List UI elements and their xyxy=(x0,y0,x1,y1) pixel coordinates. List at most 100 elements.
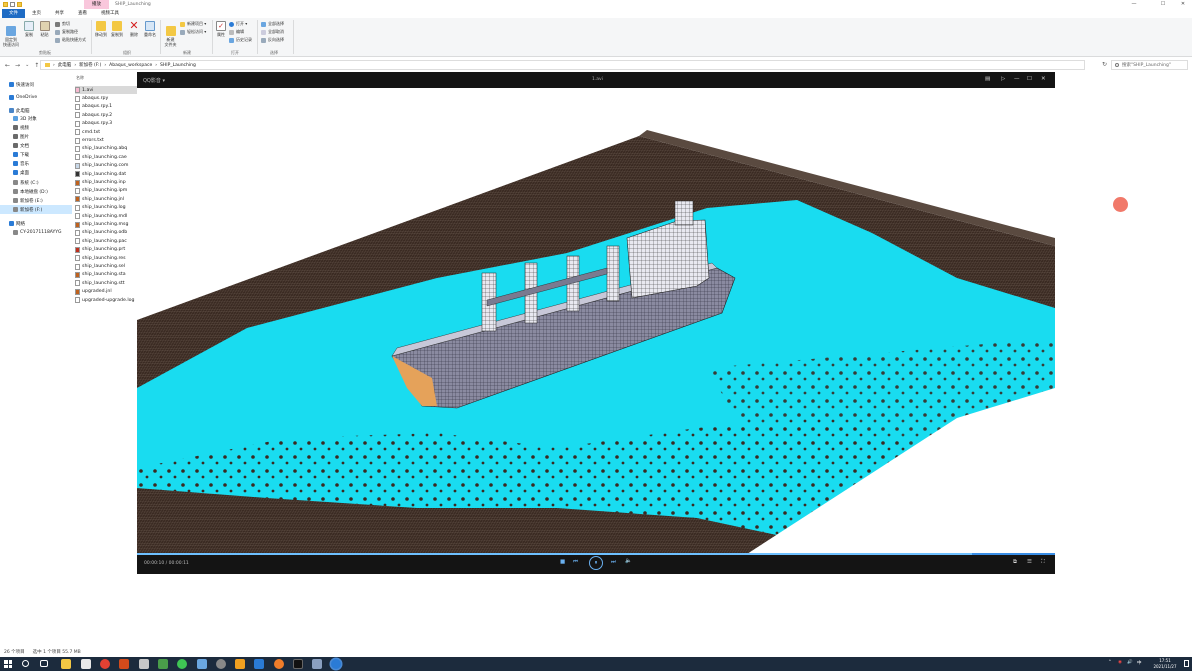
search-input[interactable]: 搜索"SHIP_Launching" xyxy=(1111,60,1188,70)
forward-button[interactable]: → xyxy=(15,62,20,69)
nav-item[interactable]: 视频 xyxy=(0,123,72,132)
file-row[interactable]: abaqus.rpy.2 xyxy=(75,111,139,119)
close-button[interactable]: ✕ xyxy=(1174,0,1192,9)
clock-date[interactable]: 2021/11/27 xyxy=(1149,664,1181,669)
delete-button[interactable]: ✕ 删除 xyxy=(128,20,140,38)
open-button[interactable]: 打开 ▾ xyxy=(229,21,247,27)
nav-item[interactable]: 网络 xyxy=(0,219,72,228)
maximize-button[interactable]: ☐ xyxy=(1154,0,1172,9)
app-icon[interactable] xyxy=(274,659,284,669)
refresh-button[interactable]: ↻ xyxy=(1102,61,1107,68)
copy-path-button[interactable]: 复制路径 xyxy=(55,29,78,35)
app-icon[interactable] xyxy=(197,659,207,669)
pause-button[interactable]: ⏸ xyxy=(589,556,603,570)
player-close-button[interactable]: ✕ xyxy=(1041,76,1046,82)
app-icon[interactable] xyxy=(254,659,264,669)
file-row[interactable]: ship_launching.inp xyxy=(75,178,139,186)
tray-icon[interactable]: ◉ xyxy=(1118,660,1122,665)
new-folder-icon[interactable] xyxy=(17,2,22,7)
file-row[interactable]: errors.txt xyxy=(75,136,139,144)
file-row[interactable]: ship_launching.mdl xyxy=(75,212,139,220)
breadcrumb-item[interactable]: 新加卷 (F:) xyxy=(79,62,101,68)
app-icon[interactable] xyxy=(312,659,322,669)
file-row[interactable]: ship_launching.sta xyxy=(75,271,139,279)
file-row[interactable]: abaqus.rpy.1 xyxy=(75,103,139,111)
rename-button[interactable]: 重命名 xyxy=(143,21,157,38)
tab-video-tools[interactable]: 视频工具 xyxy=(94,9,126,19)
start-button[interactable] xyxy=(4,660,12,668)
notification-button[interactable] xyxy=(1184,660,1189,667)
new-item-button[interactable]: 新建项目 ▾ xyxy=(180,21,206,27)
chrome-icon[interactable] xyxy=(100,659,110,669)
nav-item[interactable]: 音乐 xyxy=(0,159,72,168)
clock-time[interactable]: 17:51 xyxy=(1151,658,1179,663)
history-button[interactable]: 历史记录 xyxy=(229,37,252,43)
file-row[interactable]: upgraded.jnl xyxy=(75,288,139,296)
copy-to-button[interactable]: 复制到 xyxy=(110,21,124,38)
breadcrumb-item[interactable]: Abaqus_workspace xyxy=(109,63,152,68)
stop-button[interactable]: ■ xyxy=(560,559,565,565)
app-icon[interactable] xyxy=(81,659,91,669)
nav-item[interactable]: 桌面 xyxy=(0,168,72,177)
paste-button[interactable]: 粘贴 xyxy=(38,21,51,38)
up-button[interactable]: ↑ xyxy=(34,62,39,69)
app-icon[interactable] xyxy=(158,659,168,669)
file-row[interactable]: ship_launching.com xyxy=(75,162,139,170)
properties-button[interactable]: ✓ 属性 xyxy=(215,21,227,38)
qq-player-icon[interactable] xyxy=(331,659,341,669)
app-icon[interactable] xyxy=(119,659,129,669)
file-row[interactable]: ship_launching.jnl xyxy=(75,195,139,203)
column-header-name[interactable]: 名称 xyxy=(76,75,84,81)
easy-access-button[interactable]: 轻松访问 ▾ xyxy=(180,29,206,35)
nav-item[interactable]: OneDrive xyxy=(0,93,72,102)
file-row[interactable]: ship_launching.stt xyxy=(75,279,139,287)
file-row[interactable]: 1.avi xyxy=(75,86,139,95)
task-view-icon[interactable] xyxy=(40,660,48,667)
file-row[interactable]: ship_launching.cae xyxy=(75,153,139,161)
recent-locations-button[interactable]: ⌄ xyxy=(25,62,29,68)
progress-track[interactable] xyxy=(137,553,1055,555)
tray-icon[interactable]: ⌃ xyxy=(1108,660,1112,665)
app-icon[interactable] xyxy=(139,659,149,669)
cut-button[interactable]: 剪切 xyxy=(55,21,70,27)
app-icon[interactable] xyxy=(235,659,245,669)
file-row[interactable]: ship_launching.pac xyxy=(75,237,139,245)
file-row[interactable]: ship_launching.abq xyxy=(75,145,139,153)
nav-item[interactable]: 图片 xyxy=(0,132,72,141)
pin-quick-access-button[interactable]: 固定到 快速访问 xyxy=(2,21,20,47)
nav-item[interactable]: 本地磁盘 (D:) xyxy=(0,187,72,196)
nav-item[interactable]: 快速访问 xyxy=(0,80,72,89)
tray-icon[interactable]: 🔊 xyxy=(1127,660,1133,665)
nav-item[interactable]: 文档 xyxy=(0,141,72,150)
file-row[interactable]: ship_launching.msg xyxy=(75,220,139,228)
menu-button[interactable]: ☰ xyxy=(1027,559,1032,565)
previous-button[interactable]: ⏮ xyxy=(573,559,578,566)
playlist-button[interactable]: ▤ xyxy=(985,76,990,82)
tab-share[interactable]: 共享 xyxy=(48,9,71,18)
fullscreen-button[interactable]: ⛶ xyxy=(1041,559,1045,566)
nav-item[interactable]: 3D 对象 xyxy=(0,114,72,123)
paste-shortcut-button[interactable]: 粘贴快捷方式 xyxy=(55,37,86,43)
select-all-button[interactable]: 全部选择 xyxy=(261,21,284,27)
tab-view[interactable]: 查看 xyxy=(71,9,94,18)
file-row[interactable]: ship_launching.prt xyxy=(75,246,139,254)
pip-button[interactable]: ⧉ xyxy=(1013,559,1017,566)
player-maximize-button[interactable]: ☐ xyxy=(1027,76,1032,82)
file-row[interactable]: ship_launching.res xyxy=(75,254,139,262)
app-icon[interactable] xyxy=(293,659,303,669)
minimize-button[interactable]: — xyxy=(1125,0,1143,9)
tab-home[interactable]: 主页 xyxy=(25,9,48,18)
file-row[interactable]: ship_launching.dat xyxy=(75,170,139,178)
file-row[interactable]: upgraded-upgrade.log xyxy=(75,296,139,304)
file-row[interactable]: ship_launching.log xyxy=(75,204,139,212)
volume-button[interactable]: 🔈 xyxy=(625,558,632,564)
breadcrumb-item[interactable]: SHIP_Launching xyxy=(160,63,196,68)
new-folder-button[interactable]: 新建 文件夹 xyxy=(163,21,178,47)
nav-item[interactable]: 新加卷 (E:) xyxy=(0,196,72,205)
nav-item[interactable]: CY-20171118AYYG xyxy=(0,228,72,237)
select-none-button[interactable]: 全部取消 xyxy=(261,29,284,35)
file-row[interactable]: abaqus.rpy xyxy=(75,94,139,102)
breadcrumb-item[interactable]: 此电脑 xyxy=(58,62,72,68)
player-minimize-button[interactable]: — xyxy=(1014,76,1020,82)
file-row[interactable]: ship_launching.odb xyxy=(75,229,139,237)
